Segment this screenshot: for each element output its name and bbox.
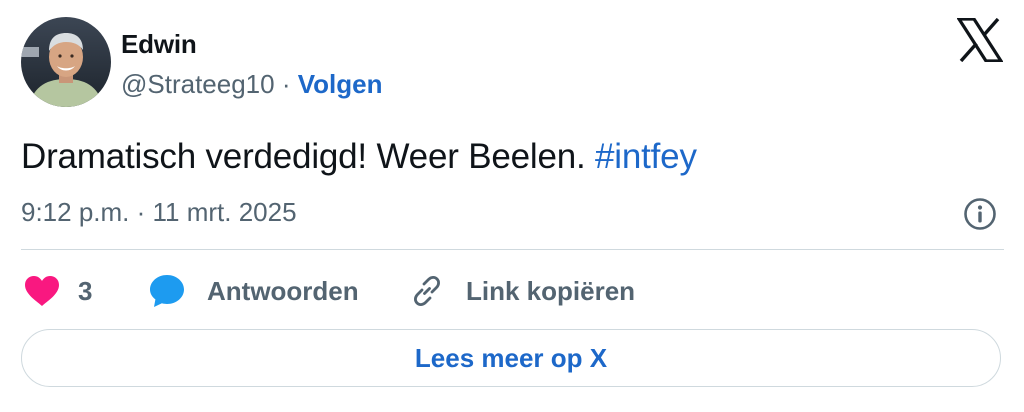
tweet-timestamp[interactable]: 9:12 p.m. · 11 mrt. 2025	[21, 196, 297, 228]
divider	[21, 249, 1004, 250]
copy-link-button[interactable]: Link kopiëren	[410, 272, 635, 310]
author-handle-line: @Strateeg10 · Volgen	[121, 68, 383, 100]
reply-button[interactable]: Antwoorden	[149, 272, 359, 310]
like-button[interactable]: 3	[24, 272, 92, 310]
avatar-image	[21, 17, 111, 107]
author-name[interactable]: Edwin	[121, 28, 197, 60]
reply-label: Antwoorden	[207, 276, 359, 306]
tweet-body: Dramatisch verdedigd! Weer Beelen.	[21, 137, 596, 176]
tweet-text: Dramatisch verdedigd! Weer Beelen. #intf…	[21, 135, 697, 179]
hashtag-link[interactable]: #intfey	[595, 137, 697, 176]
link-icon	[414, 276, 440, 306]
author-handle[interactable]: @Strateeg10	[121, 69, 275, 99]
info-icon[interactable]	[963, 197, 997, 231]
heart-icon	[25, 276, 59, 306]
read-more-label: Lees meer op X	[414, 343, 608, 373]
avatar[interactable]	[21, 17, 111, 107]
tweet-embed-card: Edwin @Strateeg10 · Volgen Dramatisch ve…	[0, 0, 1024, 412]
read-more-button[interactable]: Lees meer op X	[21, 329, 1001, 387]
like-count: 3	[78, 276, 93, 306]
handle-separator: ·	[281, 69, 291, 99]
copy-link-label: Link kopiëren	[466, 276, 636, 306]
speech-bubble-icon	[150, 275, 184, 307]
x-logo-icon[interactable]	[956, 17, 1004, 63]
follow-link[interactable]: Volgen	[298, 69, 383, 99]
